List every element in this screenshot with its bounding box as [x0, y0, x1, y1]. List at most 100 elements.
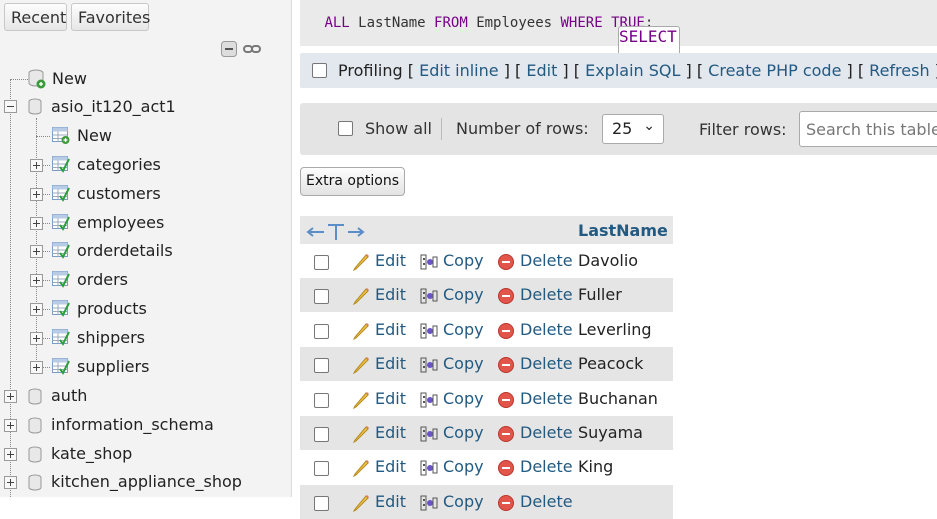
delete-row-link[interactable]: Delete	[520, 354, 573, 373]
pencil-icon[interactable]	[352, 356, 370, 374]
lastname-cell[interactable]: Buchanan	[578, 389, 658, 408]
sidebar-database-item[interactable]: kate_shop	[51, 440, 132, 468]
copy-icon[interactable]	[420, 253, 438, 271]
lastname-cell[interactable]: Leverling	[578, 320, 652, 339]
expand-table-toggle[interactable]	[30, 217, 43, 230]
delete-row-link[interactable]: Delete	[520, 492, 573, 511]
delete-row-link[interactable]: Delete	[520, 251, 573, 270]
lastname-cell[interactable]: King	[578, 457, 613, 476]
lastname-cell[interactable]: Peacock	[578, 354, 643, 373]
sidebar-table-item[interactable]: products	[77, 295, 147, 323]
edit-row-link[interactable]: Edit	[375, 457, 406, 476]
lastname-cell[interactable]: Fuller	[578, 285, 622, 304]
delete-icon[interactable]	[498, 288, 514, 304]
sidebar-new-table[interactable]: New	[77, 122, 112, 150]
row-select-checkbox[interactable]	[314, 358, 329, 373]
edit-row-link[interactable]: Edit	[375, 285, 406, 304]
favorites-button[interactable]: Favorites	[71, 3, 150, 31]
copy-row-link[interactable]: Copy	[443, 389, 484, 408]
show-all-checkbox[interactable]	[338, 121, 353, 136]
expand-table-toggle[interactable]	[30, 188, 43, 201]
copy-icon[interactable]	[420, 356, 438, 374]
delete-row-link[interactable]: Delete	[520, 457, 573, 476]
sidebar-table-item[interactable]: customers	[77, 180, 161, 208]
rows-per-page-select[interactable]: 25 ⌄	[602, 114, 664, 144]
copy-row-link[interactable]: Copy	[443, 251, 484, 270]
row-select-checkbox[interactable]	[314, 496, 329, 511]
edit-row-link[interactable]: Edit	[375, 320, 406, 339]
delete-icon[interactable]	[498, 392, 514, 408]
delete-row-link[interactable]: Delete	[520, 320, 573, 339]
edit-row-link[interactable]: Edit	[375, 354, 406, 373]
edit-row-link[interactable]: Edit	[375, 251, 406, 270]
collapse-database-toggle[interactable]	[4, 100, 17, 113]
explain-sql-link[interactable]: Explain SQL	[585, 61, 680, 80]
expand-table-toggle[interactable]	[30, 303, 43, 316]
expand-table-toggle[interactable]	[30, 274, 43, 287]
sidebar-database-item[interactable]: auth	[51, 382, 87, 410]
edit-row-link[interactable]: Edit	[375, 492, 406, 511]
create-php-code-link[interactable]: Create PHP code	[708, 61, 841, 80]
sidebar-table-item[interactable]: orderdetails	[77, 237, 173, 265]
row-select-checkbox[interactable]	[314, 427, 329, 442]
edit-inline-link[interactable]: Edit inline	[419, 61, 499, 80]
filter-rows-input[interactable]: Search this table	[799, 111, 937, 147]
delete-icon[interactable]	[498, 254, 514, 270]
sidebar-database-asio-it120-act1[interactable]: asio_it120_act1	[51, 93, 176, 121]
sidebar-new-database[interactable]: New	[52, 65, 87, 93]
edit-row-link[interactable]: Edit	[375, 423, 406, 442]
copy-icon[interactable]	[420, 459, 438, 477]
lastname-cell[interactable]: Suyama	[578, 423, 643, 442]
copy-icon[interactable]	[420, 425, 438, 443]
expand-database-toggle[interactable]	[4, 390, 17, 403]
extra-options-button[interactable]: Extra options	[300, 167, 405, 196]
delete-icon[interactable]	[498, 460, 514, 476]
row-select-checkbox[interactable]	[314, 324, 329, 339]
copy-row-link[interactable]: Copy	[443, 320, 484, 339]
sidebar-table-item[interactable]: employees	[77, 209, 164, 237]
row-select-checkbox[interactable]	[314, 255, 329, 270]
lastname-cell[interactable]: Davolio	[578, 251, 638, 270]
expand-table-toggle[interactable]	[30, 332, 43, 345]
sidebar-database-item[interactable]: kitchen_appliance_shop	[51, 468, 242, 496]
pencil-icon[interactable]	[352, 425, 370, 443]
refresh-link[interactable]: Refresh	[869, 61, 929, 80]
expand-table-toggle[interactable]	[30, 245, 43, 258]
edit-link[interactable]: Edit	[526, 61, 557, 80]
copy-icon[interactable]	[420, 322, 438, 340]
delete-icon[interactable]	[498, 426, 514, 442]
sidebar-table-item[interactable]: orders	[77, 266, 128, 294]
delete-row-link[interactable]: Delete	[520, 389, 573, 408]
expand-database-toggle[interactable]	[4, 419, 17, 432]
column-arrows-icon[interactable]	[306, 223, 366, 241]
copy-row-link[interactable]: Copy	[443, 423, 484, 442]
copy-icon[interactable]	[420, 391, 438, 409]
link-icon[interactable]	[243, 42, 261, 56]
show-all-label[interactable]: Show all	[365, 119, 432, 138]
delete-icon[interactable]	[498, 323, 514, 339]
pencil-icon[interactable]	[352, 322, 370, 340]
pencil-icon[interactable]	[352, 253, 370, 271]
row-select-checkbox[interactable]	[314, 289, 329, 304]
sidebar-database-item[interactable]: information_schema	[51, 411, 214, 439]
delete-row-link[interactable]: Delete	[520, 423, 573, 442]
expand-database-toggle[interactable]	[4, 448, 17, 461]
copy-row-link[interactable]: Copy	[443, 492, 484, 511]
expand-table-toggle[interactable]	[30, 159, 43, 172]
profiling-checkbox[interactable]	[312, 63, 327, 78]
copy-row-link[interactable]: Copy	[443, 285, 484, 304]
recent-button[interactable]: Recent	[4, 3, 67, 31]
row-select-checkbox[interactable]	[314, 461, 329, 476]
copy-row-link[interactable]: Copy	[443, 354, 484, 373]
pencil-icon[interactable]	[352, 391, 370, 409]
delete-icon[interactable]	[498, 357, 514, 373]
pencil-icon[interactable]	[352, 287, 370, 305]
sidebar-table-item[interactable]: shippers	[77, 324, 145, 352]
expand-table-toggle[interactable]	[30, 361, 43, 374]
collapse-all-icon[interactable]	[221, 41, 237, 57]
copy-row-link[interactable]: Copy	[443, 457, 484, 476]
copy-icon[interactable]	[420, 287, 438, 305]
expand-database-toggle[interactable]	[4, 476, 17, 489]
edit-row-link[interactable]: Edit	[375, 389, 406, 408]
sidebar-table-item[interactable]: categories	[77, 151, 161, 179]
